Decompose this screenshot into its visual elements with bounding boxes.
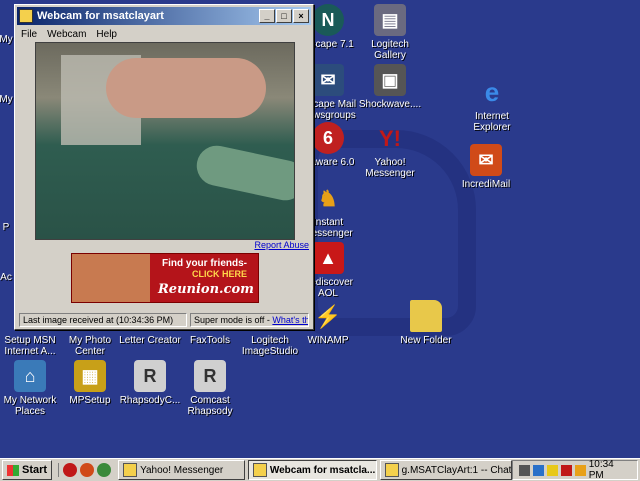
clock: 10:34 PM xyxy=(588,459,614,481)
super-mode-text: Super mode is off - xyxy=(194,315,270,325)
desktop-icon-comcast-rhapsody[interactable]: R Comcast Rhapsody xyxy=(178,360,242,417)
report-abuse-link[interactable]: Report Abuse xyxy=(254,240,309,250)
taskbar: Start Yahoo! Messenger Webcam for msatcl… xyxy=(0,458,640,481)
yahoo-quicklaunch-icon[interactable] xyxy=(63,463,78,477)
webcam-video-feed xyxy=(35,42,295,240)
system-tray: 10:34 PM xyxy=(512,459,638,481)
webcam-task-icon xyxy=(252,463,267,477)
adaware-icon: 6 xyxy=(312,122,344,154)
menu-bar: File Webcam Help xyxy=(15,27,313,42)
chat-task-icon xyxy=(384,463,399,477)
windows-logo-icon xyxy=(7,464,19,476)
desktop-icon-mpsetup[interactable]: ▦ MPSetup xyxy=(58,360,122,406)
desktop-icon-logitech-gallery[interactable]: ▤ Logitech Gallery xyxy=(358,4,422,61)
webcam-window[interactable]: Webcam for msatclayart _ □ × File Webcam… xyxy=(14,4,314,330)
desktop-icon-my-network-places[interactable]: ⌂ My Network Places xyxy=(0,360,62,417)
mpsetup-icon: ▦ xyxy=(74,360,106,392)
network-tray-icon[interactable] xyxy=(533,464,545,476)
minimize-button[interactable]: _ xyxy=(259,9,275,23)
reunion-ad-banner[interactable]: Find your friends- CLICK HERE Reunion.co… xyxy=(71,253,259,303)
menu-webcam[interactable]: Webcam xyxy=(47,29,86,40)
yahoo-icon: Y! xyxy=(379,125,401,151)
yahoo-task-icon xyxy=(123,463,138,477)
gallery-icon: ▤ xyxy=(374,4,406,36)
folder-icon xyxy=(410,300,442,332)
incredimail-icon: ✉ xyxy=(470,144,502,176)
menu-help[interactable]: Help xyxy=(96,29,117,40)
task-chat[interactable]: g.MSATClayArt:1 -- Chat xyxy=(379,460,513,480)
winamp-icon: ⚡ xyxy=(314,303,342,329)
start-button[interactable]: Start xyxy=(2,460,53,480)
webcam-app-icon xyxy=(19,9,33,23)
task-label: g.MSATClayArt:1 -- Chat xyxy=(401,464,512,476)
status-last-image: Last image received at (10:34:36 PM) xyxy=(19,313,187,327)
yahoo-tray-icon[interactable] xyxy=(560,464,572,476)
task-label: Yahoo! Messenger xyxy=(140,464,224,476)
desktop-icon-rhapsody[interactable]: R RhapsodyC... xyxy=(118,360,182,406)
desktop-icon-shockwave[interactable]: ▣ Shockwave.... xyxy=(358,64,422,110)
aol-icon: ▲ xyxy=(312,242,344,274)
desktop-icon-yahoo-messenger[interactable]: Y! Yahoo! Messenger xyxy=(358,122,422,179)
norton-tray-icon[interactable] xyxy=(547,464,558,476)
ad-brand: Reunion.com xyxy=(158,282,254,297)
ad-cta: CLICK HERE xyxy=(192,269,248,279)
task-yahoo-messenger[interactable]: Yahoo! Messenger xyxy=(118,460,245,480)
mail-quicklaunch-icon[interactable] xyxy=(80,463,95,477)
maximize-button[interactable]: □ xyxy=(276,9,292,23)
media-quicklaunch-icon[interactable] xyxy=(97,463,112,477)
volume-tray-icon[interactable] xyxy=(519,464,531,476)
task-label: Webcam for msatcla... xyxy=(269,464,376,476)
task-webcam[interactable]: Webcam for msatcla... xyxy=(247,460,377,480)
quick-launch xyxy=(58,463,115,477)
window-titlebar[interactable]: Webcam for msatclayart _ □ × xyxy=(17,7,311,25)
window-statusbar: Last image received at (10:34:36 PM) Sup… xyxy=(19,313,309,327)
mail-icon: ✉ xyxy=(312,64,344,96)
desktop-icon-new-folder[interactable]: New Folder xyxy=(394,300,458,346)
netscape-icon: N xyxy=(312,4,344,36)
network-icon: ⌂ xyxy=(14,360,46,392)
comcast-rhapsody-icon: R xyxy=(194,360,226,392)
menu-file[interactable]: File xyxy=(21,29,37,40)
start-label: Start xyxy=(22,464,48,476)
ad-headline: Find your friends- xyxy=(162,258,247,269)
desktop-icon-internet-explorer[interactable]: e Internet Explorer xyxy=(460,76,524,134)
close-button[interactable]: × xyxy=(293,9,309,23)
aim-icon: ♞ xyxy=(318,185,338,211)
desktop-icon-incredimail[interactable]: ✉ IncrediMail xyxy=(454,144,518,190)
ie-icon: e xyxy=(484,76,500,107)
video-hand-shape xyxy=(106,58,266,118)
shockwave-icon: ▣ xyxy=(374,64,406,96)
window-title: Webcam for msatclayart xyxy=(37,10,164,22)
aim-tray-icon[interactable] xyxy=(574,464,586,476)
video-clay-roll-shape xyxy=(193,142,294,204)
rhapsody-icon: R xyxy=(134,360,166,392)
whats-this-link[interactable]: What's this? xyxy=(272,315,308,325)
status-super-mode: Super mode is off - What's this? xyxy=(190,313,309,327)
